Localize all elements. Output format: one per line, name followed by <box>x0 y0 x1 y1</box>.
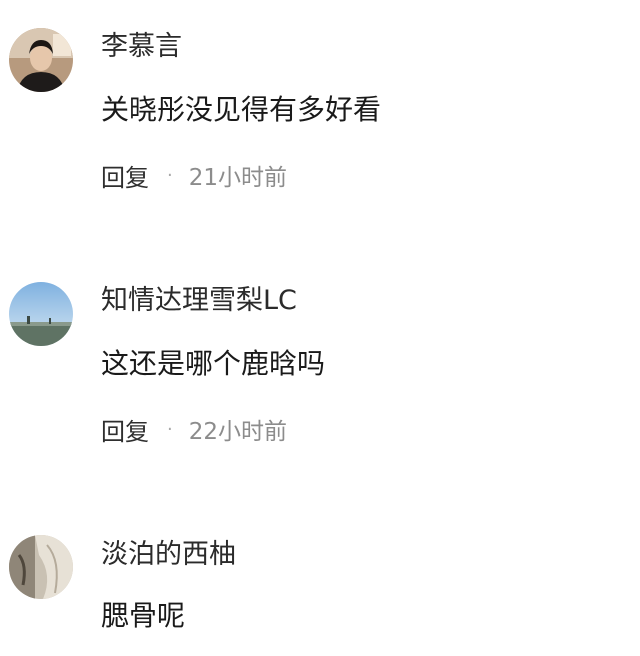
comment-timestamp: 21小时前 <box>188 165 288 191</box>
comment-meta: 回复 · 21小时前 <box>101 158 287 192</box>
comment-username[interactable]: 淡泊的西柚 <box>101 538 236 572</box>
comment-text: 腮骨呢 <box>101 599 186 632</box>
reply-button[interactable]: 回复 <box>101 158 149 193</box>
comment-username[interactable]: 李慕言 <box>101 30 182 64</box>
comment-meta: 回复 · 22小时前 <box>101 412 287 446</box>
comment-timestamp: 22小时前 <box>188 419 288 445</box>
comment-text: 关晓彤没见得有多好看 <box>101 93 382 126</box>
reply-button[interactable]: 回复 <box>101 412 149 447</box>
separator-dot: · <box>167 418 173 440</box>
separator-dot: · <box>167 164 173 186</box>
comment-text: 这还是哪个鹿晗吗 <box>101 347 326 380</box>
user-avatar[interactable] <box>9 535 73 599</box>
user-avatar[interactable] <box>9 282 73 346</box>
user-avatar[interactable] <box>9 28 73 92</box>
comment-username[interactable]: 知情达理雪梨LC <box>101 284 297 318</box>
